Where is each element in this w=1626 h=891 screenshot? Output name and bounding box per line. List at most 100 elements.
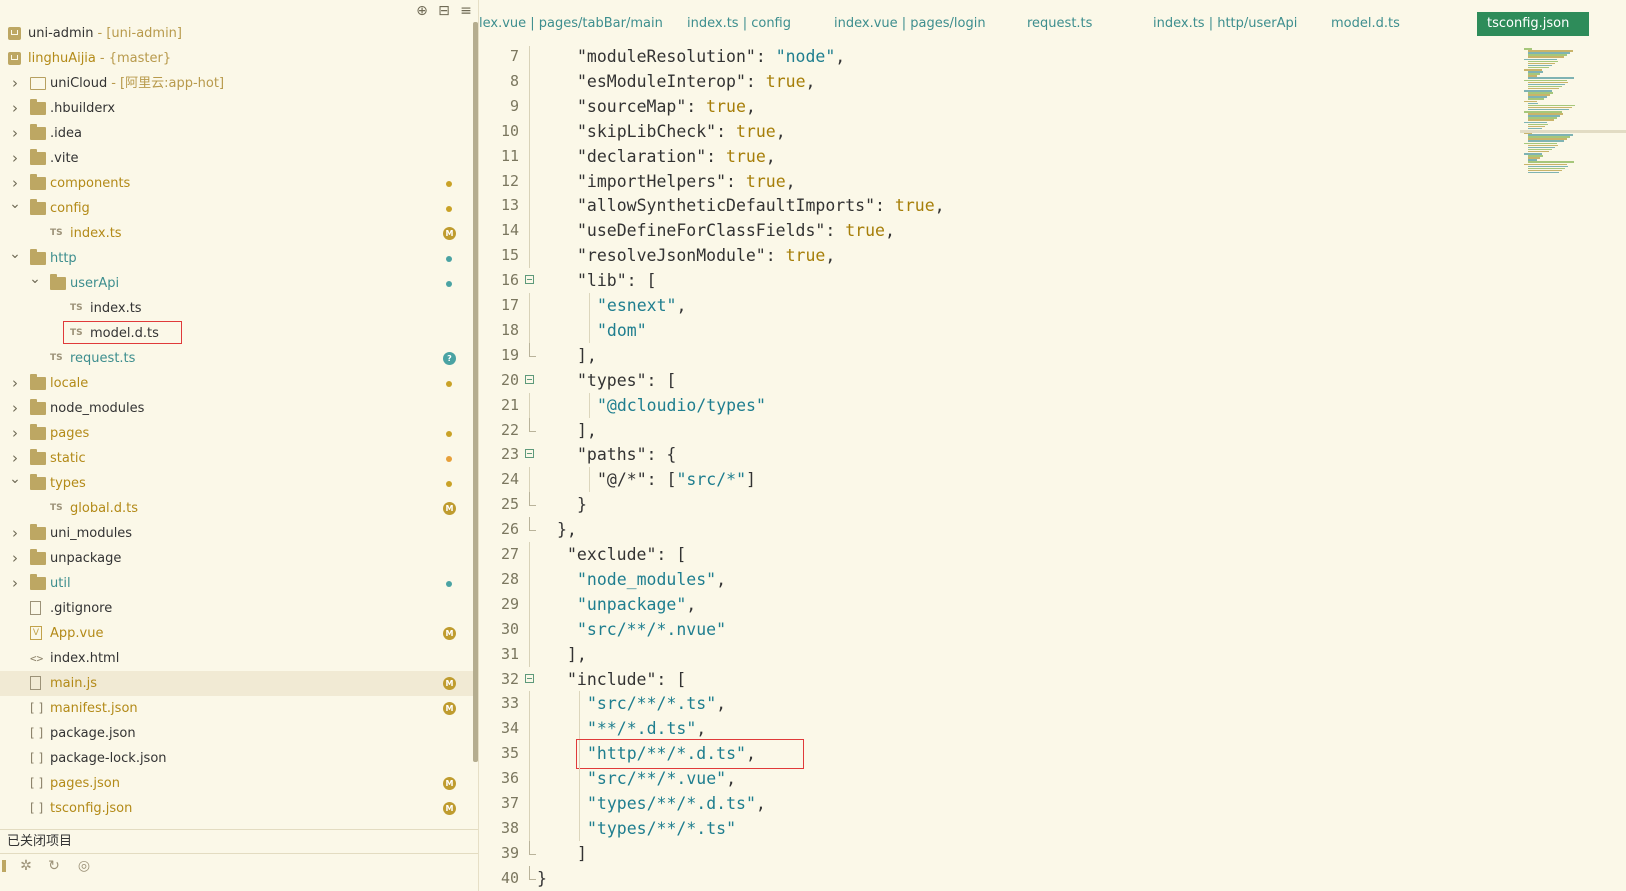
tree-item[interactable]: › .vite xyxy=(0,146,478,171)
tree-item[interactable]: › pages xyxy=(0,421,478,446)
code-line[interactable]: 32 "include": [ xyxy=(479,667,1505,692)
collapse-icon[interactable]: ⊟ xyxy=(436,3,452,19)
tree-item[interactable]: TS request.ts? xyxy=(0,346,478,371)
tree-item[interactable]: › .hbuilderx xyxy=(0,96,478,121)
code-line[interactable]: 26}, xyxy=(479,517,1505,542)
tree-item[interactable]: uni-admin - [uni-admin] xyxy=(0,21,478,46)
code-line[interactable]: 38 "types/**/*.ts" xyxy=(479,815,1505,841)
code-line[interactable]: 20 "types": [ xyxy=(479,368,1505,393)
code-line[interactable]: 27 "exclude": [ xyxy=(479,542,1505,567)
chevron-right-icon[interactable]: › xyxy=(8,371,22,396)
crosshair-icon[interactable]: ⊕ xyxy=(414,3,430,19)
code-line[interactable]: 39] xyxy=(479,840,1505,866)
fold-toggle-icon[interactable] xyxy=(525,275,534,285)
chevron-down-icon[interactable]: ⌄ xyxy=(28,267,42,292)
chevron-down-icon[interactable]: ⌄ xyxy=(8,242,22,267)
code-line[interactable]: 37 "types/**/*.d.ts", xyxy=(479,791,1505,816)
editor-tab[interactable]: index.vue | pages/login xyxy=(824,12,996,36)
code-line[interactable]: 30 "src/**/*.nvue" xyxy=(479,616,1505,642)
tree-item[interactable]: › node_modules xyxy=(0,396,478,421)
tree-item[interactable]: [ ] manifest.json M xyxy=(0,696,478,721)
tree-item[interactable]: › locale xyxy=(0,371,478,396)
tree-item[interactable]: › unpackage xyxy=(0,546,478,571)
code-line[interactable]: 35 "http/**/*.d.ts", xyxy=(479,739,1505,770)
tree-item[interactable]: ⌄ config xyxy=(0,196,478,221)
code-line[interactable]: 18 "dom" xyxy=(479,317,1505,343)
code-line[interactable]: 19], xyxy=(479,342,1505,368)
chevron-right-icon[interactable]: › xyxy=(8,521,22,546)
code-line[interactable]: 15 "resolveJsonModule": true, xyxy=(479,243,1505,269)
chevron-right-icon[interactable]: › xyxy=(8,546,22,571)
code-line[interactable]: 12 "importHelpers": true, xyxy=(479,168,1505,194)
tree-item[interactable]: › .idea xyxy=(0,121,478,146)
minimap[interactable] xyxy=(1520,46,1620,176)
code-line[interactable]: 16 "lib": [ xyxy=(479,268,1505,293)
chevron-down-icon[interactable]: ⌄ xyxy=(8,192,22,217)
editor-tab[interactable]: index.ts | http/userApi xyxy=(1143,12,1307,36)
tree-item[interactable]: V App.vue M xyxy=(0,621,478,646)
tree-item[interactable]: › uni_modules xyxy=(0,521,478,546)
code-line[interactable]: 17 "esnext", xyxy=(479,293,1505,318)
code-line[interactable]: 21 "@dcloudio/types" xyxy=(479,392,1505,418)
refresh-icon[interactable]: ↻ xyxy=(46,858,62,874)
tree-item[interactable]: › uniCloud - [阿里云:app-hot] xyxy=(0,71,478,96)
code-line[interactable]: 8 "esModuleInterop": true, xyxy=(479,68,1505,94)
fold-toggle-icon[interactable] xyxy=(525,374,534,384)
code-line[interactable]: 28 "node_modules", xyxy=(479,566,1505,592)
tree-item[interactable]: linghuAijia - {master} xyxy=(0,46,478,71)
globe-icon[interactable]: ◎ xyxy=(76,858,92,874)
code-line[interactable]: 25} xyxy=(479,492,1505,517)
code-line[interactable]: 36 "src/**/*.vue", xyxy=(479,766,1505,792)
chevron-right-icon[interactable]: › xyxy=(8,121,22,146)
code-line[interactable]: 11 "declaration": true, xyxy=(479,143,1505,169)
code-line[interactable]: 24 "@/*": ["src/*"] xyxy=(479,467,1505,493)
fold-toggle-icon[interactable] xyxy=(525,449,534,459)
code-line[interactable]: 7 "moduleResolution": "node", xyxy=(479,46,1505,69)
code-line[interactable]: 10 "skipLibCheck": true, xyxy=(479,118,1505,144)
tree-item[interactable]: TS global.d.ts M xyxy=(0,496,478,521)
code-editor[interactable]: 7 "moduleResolution": "node", 8 "esModuleIn… xyxy=(479,46,1505,891)
tree-item[interactable]: [ ] pages.json M xyxy=(0,771,478,796)
chevron-right-icon[interactable]: › xyxy=(8,571,22,596)
tree-item[interactable]: TS index.ts xyxy=(0,296,478,321)
editor-tab[interactable]: lex.vue | pages/tabBar/main xyxy=(469,12,673,36)
chevron-right-icon[interactable]: › xyxy=(8,421,22,446)
chevron-right-icon[interactable]: › xyxy=(8,96,22,121)
tree-item[interactable]: [ ] tsconfig.json M xyxy=(0,796,478,821)
code-line[interactable]: 40} xyxy=(479,865,1505,891)
tree-item[interactable]: main.js M xyxy=(0,671,478,696)
tree-item[interactable]: TS index.ts M xyxy=(0,221,478,246)
code-line[interactable]: 23 "paths": { xyxy=(479,442,1505,467)
chevron-right-icon[interactable]: › xyxy=(8,71,22,96)
tree-item[interactable]: › static xyxy=(0,446,478,471)
tree-item[interactable]: › components xyxy=(0,171,478,196)
tree-item[interactable]: › util xyxy=(0,571,478,596)
tree-item[interactable]: ⌄ http xyxy=(0,246,478,271)
code-line[interactable]: 14 "useDefineForClassFields": true, xyxy=(479,218,1505,244)
tree-item[interactable]: ⌄ types xyxy=(0,471,478,496)
code-line[interactable]: 33 "src/**/*.ts", xyxy=(479,691,1505,717)
code-line[interactable]: 31], xyxy=(479,641,1505,667)
tree-item[interactable]: TS model.d.ts xyxy=(0,321,478,346)
chevron-right-icon[interactable]: › xyxy=(8,146,22,171)
code-line[interactable]: 34 "**/*.d.ts", xyxy=(479,716,1505,742)
editor-tab[interactable]: model.d.ts xyxy=(1321,12,1410,36)
code-line[interactable]: 9 "sourceMap": true, xyxy=(479,93,1505,119)
fold-toggle-icon[interactable] xyxy=(525,673,534,683)
bug-icon[interactable]: ✲ xyxy=(18,858,34,874)
editor-tab[interactable]: tsconfig.json xyxy=(1477,12,1589,36)
tree-item[interactable]: [ ] package.json xyxy=(0,721,478,746)
closed-projects-section[interactable]: 已关闭项目 xyxy=(0,829,478,853)
code-line[interactable]: 22], xyxy=(479,417,1505,443)
editor-tab[interactable]: request.ts xyxy=(1017,12,1102,36)
tree-item[interactable]: .gitignore xyxy=(0,596,478,621)
tree-item[interactable]: <> index.html xyxy=(0,646,478,671)
chevron-right-icon[interactable]: › xyxy=(8,396,22,421)
tree-item[interactable]: [ ] package-lock.json xyxy=(0,746,478,771)
code-line[interactable]: 29 "unpackage", xyxy=(479,591,1505,617)
tree-item[interactable]: ⌄ userApi xyxy=(0,271,478,296)
chevron-down-icon[interactable]: ⌄ xyxy=(8,467,22,492)
code-line[interactable]: 13 "allowSyntheticDefaultImports": true, xyxy=(479,193,1505,219)
minimap-viewport[interactable] xyxy=(1520,130,1626,133)
editor-tab[interactable]: index.ts | config xyxy=(677,12,801,36)
